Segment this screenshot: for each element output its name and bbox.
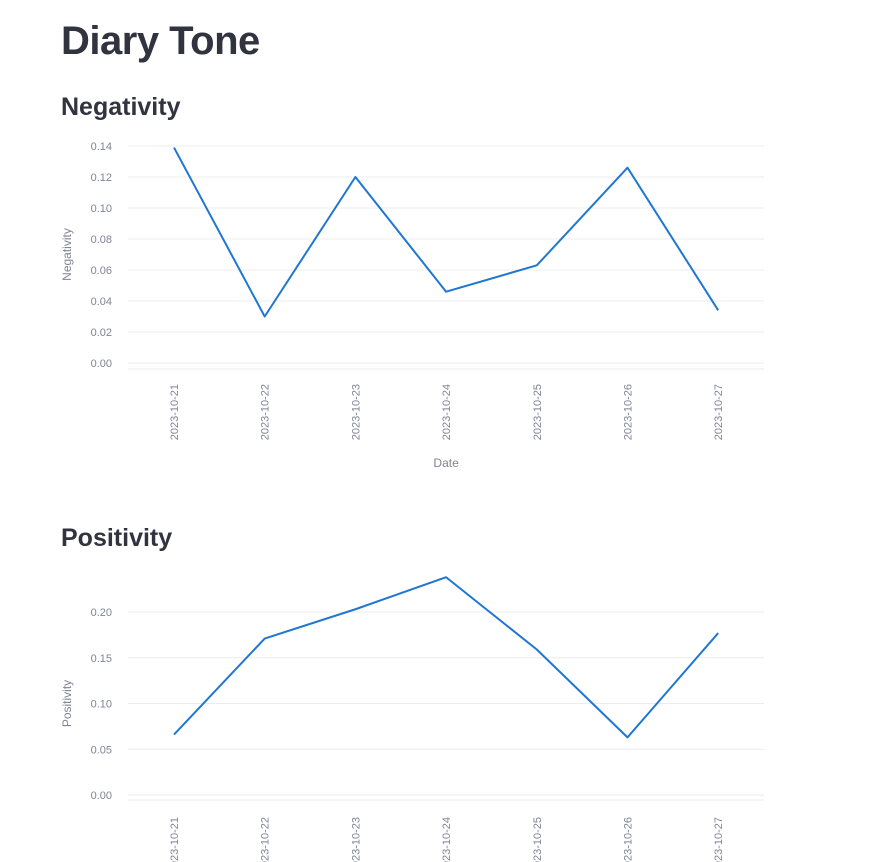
x-tick-label: 2023-10-24 [441, 817, 453, 862]
x-tick-label: 2023-10-22 [260, 817, 272, 862]
x-tick-label: 2023-10-26 [623, 817, 635, 862]
x-tick-label: 2023-10-23 [350, 817, 362, 862]
y-tick-label: 0.10 [91, 699, 112, 711]
x-tick-label: 2023-10-27 [713, 817, 725, 862]
x-tick-label: 2023-10-25 [532, 817, 544, 862]
x-tick-label: 2023-10-21 [169, 817, 181, 862]
positivity-chart[interactable]: 0.00 0.05 0.10 0.15 0.20 Positivity 2023-10-21… [0, 0, 870, 862]
y-tick-label: 0.05 [91, 744, 112, 756]
y-tick-label: 0.15 [91, 653, 112, 665]
y-tick-label: 0.20 [91, 607, 112, 619]
y-axis-title: Positivity [60, 680, 74, 727]
y-tick-label: 0.00 [91, 790, 112, 802]
